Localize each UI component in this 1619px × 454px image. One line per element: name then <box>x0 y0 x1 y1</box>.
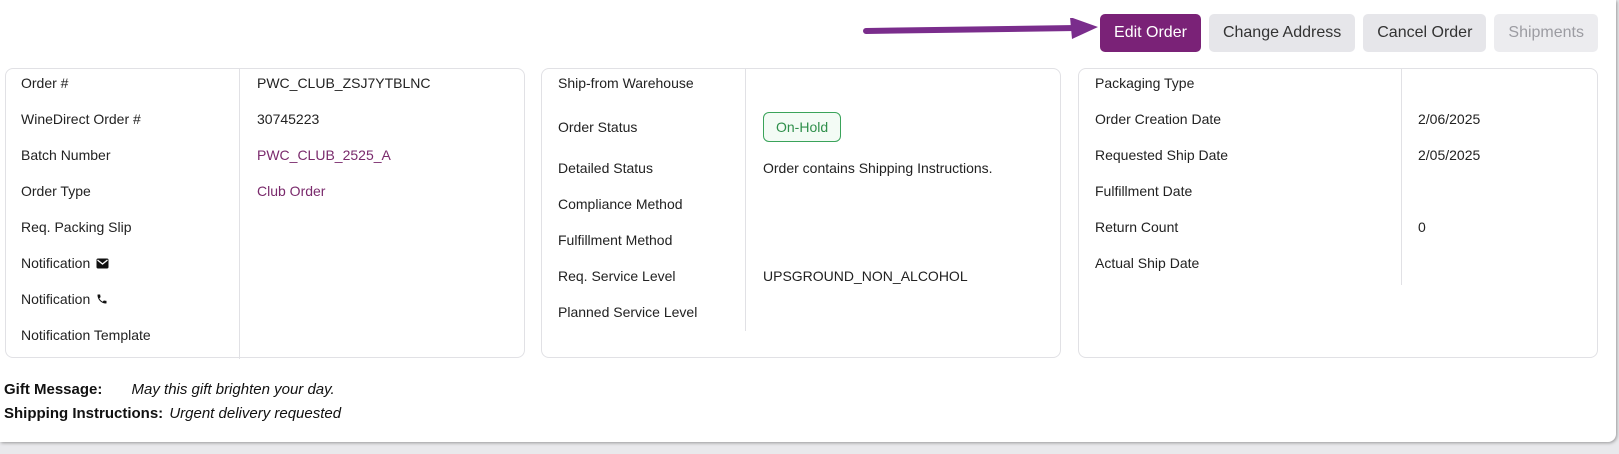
label-notification-phone: Notification <box>21 291 91 307</box>
label-fulfillment-date: Fulfillment Date <box>1095 183 1193 199</box>
label-order-creation-date: Order Creation Date <box>1095 111 1222 127</box>
label-winedirect-order-number: WineDirect Order # <box>21 111 141 127</box>
value-order-creation-date: 2/06/2025 <box>1418 111 1481 127</box>
order-actions-toolbar: Edit Order Change Address Cancel Order S… <box>1100 14 1598 52</box>
label-batch-number: Batch Number <box>21 147 111 163</box>
label-order-type: Order Type <box>21 183 91 199</box>
label-req-packing-slip: Req. Packing Slip <box>21 219 132 235</box>
edit-order-button[interactable]: Edit Order <box>1100 14 1201 52</box>
label-req-service-level: Req. Service Level <box>558 268 676 284</box>
panel-divider <box>239 69 240 359</box>
value-winedirect-order-number: 30745223 <box>257 111 320 127</box>
label-requested-ship-date: Requested Ship Date <box>1095 147 1229 163</box>
cancel-order-button[interactable]: Cancel Order <box>1363 14 1487 52</box>
value-detailed-status: Order contains Shipping Instructions. <box>763 160 993 176</box>
label-compliance-method: Compliance Method <box>558 196 683 212</box>
order-status-badge: On-Hold <box>763 112 842 142</box>
order-detail-page: Edit Order Change Address Cancel Order S… <box>0 0 1616 442</box>
notification-email-row: Notification <box>21 255 109 271</box>
gift-message-value: May this gift brighten your day. <box>131 381 335 398</box>
label-notification-email: Notification <box>21 255 91 271</box>
shipping-info-panel: Ship-from Warehouse Order Status On-Hold… <box>541 68 1061 358</box>
change-address-button[interactable]: Change Address <box>1208 14 1356 52</box>
annotation-arrow-icon <box>863 18 1098 39</box>
shipping-instructions-label: Shipping Instructions: <box>4 405 164 422</box>
shipping-instructions-row: Shipping Instructions: Urgent delivery r… <box>4 405 341 422</box>
label-detailed-status: Detailed Status <box>558 160 653 176</box>
envelope-icon <box>96 258 109 269</box>
label-notification-template: Notification Template <box>21 327 151 343</box>
panel-divider <box>745 69 746 331</box>
order-info-panel: Order # PWC_CLUB_ZSJ7YTBLNC WineDirect O… <box>5 68 525 359</box>
order-type-link[interactable]: Club Order <box>257 183 325 199</box>
label-planned-service-level: Planned Service Level <box>558 304 698 320</box>
label-return-count: Return Count <box>1095 219 1179 235</box>
value-return-count: 0 <box>1418 219 1426 235</box>
batch-number-link[interactable]: PWC_CLUB_2525_A <box>257 147 391 163</box>
label-actual-ship-date: Actual Ship Date <box>1095 255 1200 271</box>
panel-divider <box>1401 69 1402 285</box>
label-fulfillment-method: Fulfillment Method <box>558 232 673 248</box>
shipping-instructions-value: Urgent delivery requested <box>169 405 342 422</box>
phone-icon <box>96 293 108 305</box>
gift-message-row: Gift Message: May this gift brighten you… <box>4 381 335 398</box>
label-order-number: Order # <box>21 75 69 91</box>
label-ship-from-warehouse: Ship-from Warehouse <box>558 75 694 91</box>
dates-panel: Packaging Type Order Creation Date 2/06/… <box>1078 68 1598 358</box>
shipments-button: Shipments <box>1494 14 1598 52</box>
gift-message-label: Gift Message: <box>4 381 103 398</box>
label-order-status: Order Status <box>558 119 638 135</box>
notification-phone-row: Notification <box>21 291 108 307</box>
value-req-service-level: UPSGROUND_NON_ALCOHOL <box>763 268 968 284</box>
value-requested-ship-date: 2/05/2025 <box>1418 147 1481 163</box>
label-packaging-type: Packaging Type <box>1095 75 1195 91</box>
value-order-number: PWC_CLUB_ZSJ7YTBLNC <box>257 75 431 91</box>
